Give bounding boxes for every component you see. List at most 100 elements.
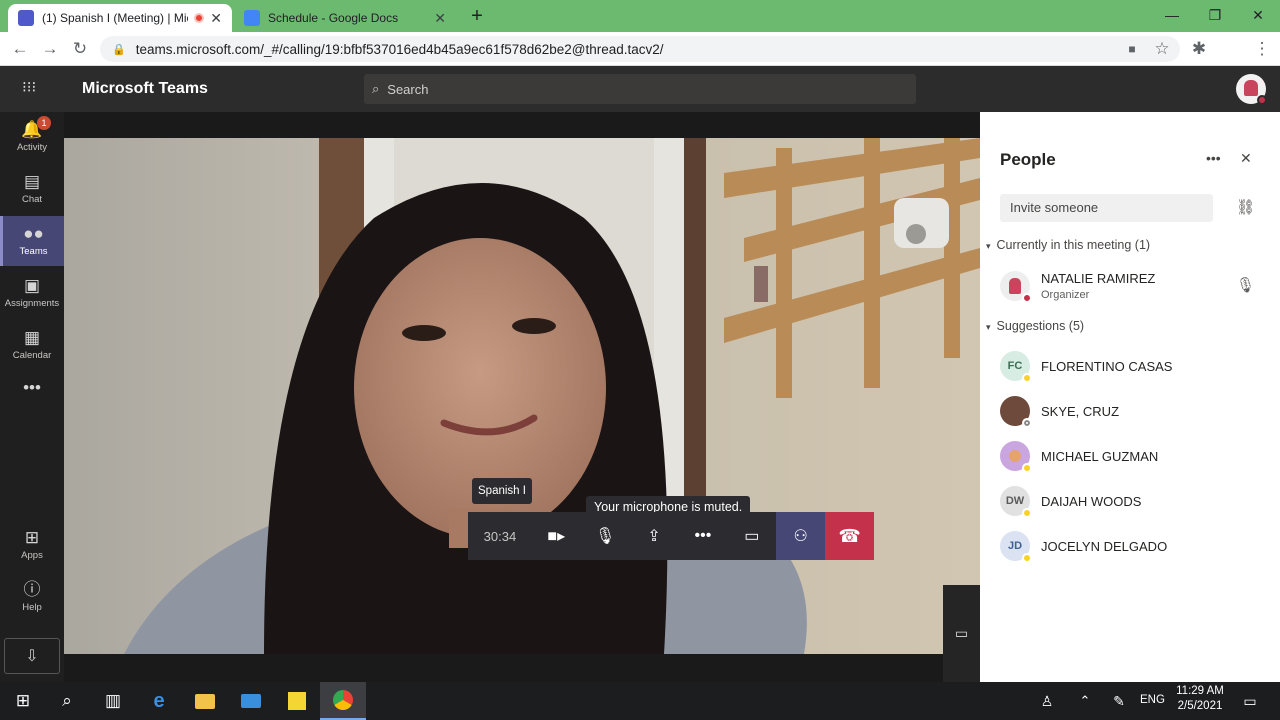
app-launcher-icon[interactable]: ⁝⁝⁝ [22,80,42,98]
hang-up-button[interactable]: ☎ [825,512,874,560]
close-tab-icon[interactable]: ✕ [434,10,446,27]
rail-apps[interactable]: ⊞ Apps [0,520,64,570]
suggestion-name: FLORENTINO CASAS [1041,358,1173,374]
chat-bubble-icon: ▭ [744,528,760,545]
maximize-button[interactable]: ❐ [1195,4,1235,26]
download-app-button[interactable]: ⇩ [4,638,60,674]
reload-button[interactable]: ↻ [68,37,92,61]
suggestion-item[interactable]: DW DAIJAH WOODS [1000,481,1270,521]
organizer-info: NATALIE RAMIREZ Organizer [1041,271,1155,301]
away-status-dot [1022,463,1032,473]
participants-icon: ⚇ [793,528,808,545]
clock-time: 11:29 AM [1176,685,1224,697]
invite-someone-input[interactable]: Invite someone [1000,194,1213,222]
camera-permission-icon[interactable]: ■ [1120,37,1144,61]
panel-more-options-icon[interactable]: ••• [1206,150,1221,166]
close-panel-icon[interactable]: ✕ [1240,150,1252,167]
chrome-menu-icon[interactable]: ⋮ [1250,37,1274,61]
address-bar[interactable]: 🔒 teams.microsoft.com/_#/calling/19:bfbf… [100,36,1180,62]
participant-organizer[interactable]: NATALIE RAMIREZ Organizer 🎙 [1000,266,1270,306]
avatar-initials: DW [1000,486,1032,518]
more-actions-button[interactable]: ••• [678,512,727,560]
busy-status-dot [1022,293,1032,303]
call-controls: 30:34 ■▸ 🎙 ⇪ ••• ▭ ⚇ ☎ [468,512,874,560]
offline-status-dot [1022,418,1032,428]
close-tab-icon[interactable]: ✕ [210,10,222,27]
bookmark-star-icon[interactable]: ☆ [1150,37,1174,61]
collapse-chevron-icon: ▾ [986,241,991,251]
rail-label: Teams [19,246,48,257]
share-screen-button[interactable]: ⇪ [630,512,679,560]
start-button[interactable]: ⊞ [0,682,46,720]
window-close-button[interactable]: ✕ [1238,4,1278,26]
rail-teams[interactable]: ●● Teams [0,216,64,266]
suggestion-item[interactable]: MICHAEL GUZMAN [1000,436,1270,476]
search-button[interactable]: ⌕ [44,682,90,720]
sticky-notes-button[interactable] [274,682,320,720]
rail-label: Calendar [12,350,52,361]
rail-label: Apps [21,550,43,561]
notification-icon: ▭ [1243,692,1257,709]
search-placeholder: Search [387,81,429,97]
rail-label: Help [22,602,42,613]
mail-button[interactable] [228,682,274,720]
self-view-toggle[interactable]: ▭ [943,585,980,682]
current-meeting-section[interactable]: ▾ Currently in this meeting (1) [986,238,1150,252]
file-explorer-button[interactable] [182,682,228,720]
new-tab-button[interactable]: + [466,6,488,28]
suggestion-item[interactable]: JD JOCELYN DELGADO [1000,526,1270,566]
suggestion-item[interactable]: FC FLORENTINO CASAS [1000,346,1270,386]
minimize-button[interactable]: — [1152,4,1192,26]
notifications-button[interactable]: ▭ [1230,682,1270,720]
current-meeting-header: Currently in this meeting (1) [996,238,1151,252]
show-participants-button[interactable]: ⚇ [776,512,826,560]
chrome-button[interactable] [320,682,366,720]
suggestion-name: JOCELYN DELGADO [1041,538,1168,554]
busy-status-dot [1257,95,1267,105]
camera-toggle-button[interactable]: ■▸ [532,512,581,560]
show-conversation-button[interactable]: ▭ [727,512,776,560]
forward-button[interactable]: → [38,37,62,61]
suggestions-header: Suggestions (5) [996,319,1085,333]
rail-chat[interactable]: ▤ Chat [0,164,64,214]
tab-google-docs[interactable]: Schedule - Google Docs ✕ [234,4,456,32]
clock[interactable]: 11:29 AM 2/5/2021 [1172,685,1228,712]
tab-teams-meeting[interactable]: (1) Spanish I (Meeting) | Micr ✕ [8,4,232,32]
panel-title: People [1000,150,1056,169]
mic-muted-icon: 🎙 [1236,277,1256,294]
language-indicator[interactable]: ENG [1140,694,1165,706]
task-view-button[interactable]: ▥ [90,682,136,720]
camera-icon: ■▸ [547,528,566,545]
activity-badge: 1 [37,116,51,130]
url-text: teams.microsoft.com/_#/calling/19:bfbf53… [135,41,664,57]
suggestion-item[interactable]: SKYE, CRUZ [1000,391,1270,431]
mic-muted-icon: 🎙 [595,528,616,545]
pen-tray-icon[interactable]: ✎ [1096,682,1142,720]
share-link-icon[interactable]: ⛓ [1236,198,1255,216]
app-title: Microsoft Teams [82,80,208,97]
rail-assignments[interactable]: ▣ Assignments [0,268,64,318]
mic-toggle-button[interactable]: 🎙 [581,512,630,560]
help-icon: ⓘ [23,580,41,599]
suggestion-name: SKYE, CRUZ [1041,403,1120,419]
rail-more-apps[interactable]: ••• [0,374,64,404]
windows-taskbar: ⊞ ⌕ ▥ e ♙ ⌃ ✎ ENG 11:29 AM 2/5/2021 ▭ [0,682,1280,720]
extensions-icon[interactable]: ✱ [1187,37,1211,61]
suggestions-section[interactable]: ▾ Suggestions (5) [986,319,1084,333]
left-app-rail: 🔔 Activity 1 ▤ Chat ●● Teams ▣ Assignmen… [0,112,64,682]
tab-title: Schedule - Google Docs [268,11,399,25]
avatar-initials: FC [1000,351,1032,383]
rail-calendar[interactable]: ▦ Calendar [0,320,64,370]
edge-button[interactable]: e [136,682,182,720]
meeting-timer: 30:34 [483,528,517,544]
search-input[interactable]: ⌕ Search [364,74,916,104]
more-dots-icon: ••• [694,527,712,544]
edge-icon: e [153,689,165,712]
user-avatar[interactable] [1236,74,1267,105]
rail-activity[interactable]: 🔔 Activity 1 [0,112,64,162]
task-view-icon: ▥ [104,691,122,710]
rail-help[interactable]: ⓘ Help [0,572,64,622]
teams-header: ⁝⁝⁝ Microsoft Teams ⌕ Search [0,66,1280,112]
back-button[interactable]: ← [8,37,32,61]
lock-icon: 🔒 [112,43,126,56]
